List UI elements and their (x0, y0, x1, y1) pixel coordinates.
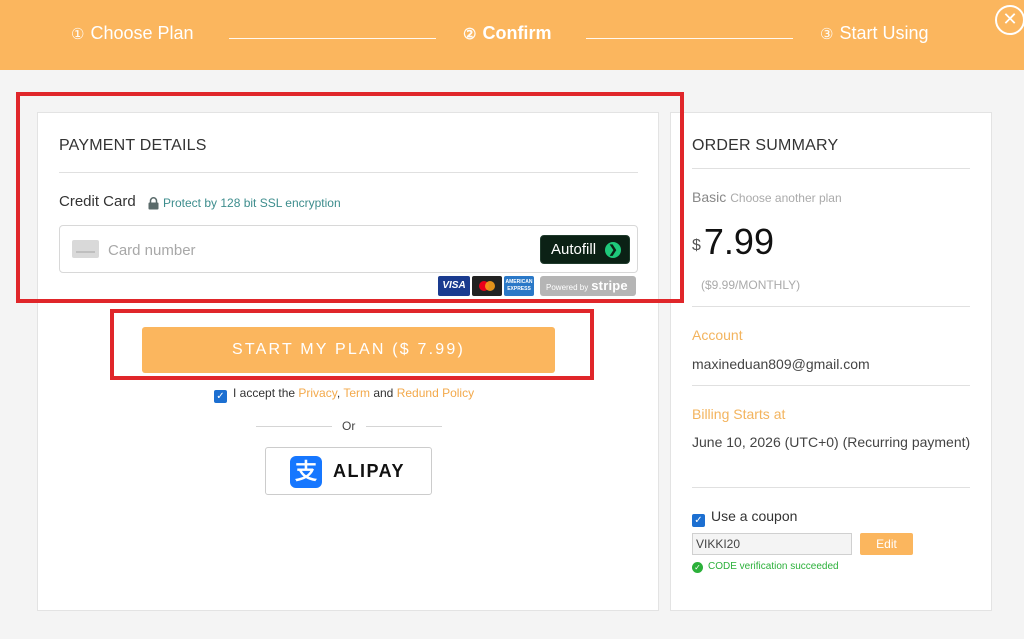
step-3-number: ③ (820, 26, 834, 43)
refund-policy-link[interactable]: Redund Policy (397, 386, 474, 400)
card-number-input[interactable] (108, 236, 528, 264)
step-1-label: Choose Plan (90, 23, 194, 43)
step-2-number: ② (463, 26, 477, 43)
coupon-code-input[interactable] (692, 533, 852, 555)
or-text: Or (342, 419, 356, 433)
billing-start-date: June 10, 2026 (UTC+0) (Recurring payment… (692, 434, 971, 450)
mastercard-logo (472, 276, 502, 296)
coupon-verification-status: ✓ CODE verification succeeded (692, 561, 839, 573)
use-coupon-checkbox[interactable]: ✓ (692, 514, 705, 527)
card-number-field[interactable]: Autofill ❯ (59, 225, 638, 273)
autofill-button[interactable]: Autofill ❯ (540, 235, 630, 264)
step-3-label: Start Using (839, 23, 929, 43)
autofill-label: Autofill (551, 241, 597, 258)
account-email: maxineduan809@gmail.com (692, 356, 870, 372)
price-amount: 7.99 (703, 221, 774, 262)
order-summary-title: ORDER SUMMARY (692, 137, 839, 154)
powered-by-stripe-badge: Powered by stripe (540, 276, 636, 296)
order-summary-panel: ORDER SUMMARY Basic Choose another plan $… (670, 112, 992, 611)
verification-text: CODE verification succeeded (708, 561, 839, 572)
accept-prefix: I accept the (233, 386, 296, 400)
close-icon[interactable]: ✕ (995, 5, 1024, 35)
divider (692, 487, 970, 488)
terms-acceptance: ✓ I accept the Privacy, Term and Redund P… (214, 386, 474, 403)
use-coupon-label: Use a coupon (711, 508, 798, 524)
lock-icon (148, 197, 159, 210)
divider (692, 168, 970, 169)
arrow-right-icon: ❯ (605, 242, 621, 258)
price: $7.99 (692, 221, 774, 263)
visa-logo: VISA (438, 276, 470, 296)
step-divider (229, 38, 436, 39)
checkout-stepper-header: ① Choose Plan ② Confirm ③ Start Using ✕ (0, 0, 1024, 70)
payment-details-title: PAYMENT DETAILS (59, 137, 207, 154)
divider (692, 306, 970, 307)
amex-logo: AMERICAN EXPRESS (504, 276, 534, 296)
edit-coupon-button[interactable]: Edit (860, 533, 913, 555)
alipay-label: ALIPAY (333, 461, 406, 481)
term-link[interactable]: Term (343, 386, 370, 400)
powered-by-text: Powered by (546, 283, 589, 292)
currency-symbol: $ (692, 237, 701, 254)
credit-card-icon (72, 240, 99, 258)
payment-details-panel: PAYMENT DETAILS Credit Card Protect by 1… (37, 112, 659, 611)
comma: , (336, 386, 341, 400)
step-divider (586, 38, 793, 39)
divider (59, 172, 638, 173)
billing-starts-label: Billing Starts at (692, 406, 786, 422)
step-1-number: ① (71, 26, 85, 43)
step-choose-plan: ① Choose Plan (71, 22, 194, 46)
alipay-button[interactable]: 支 ALIPAY (265, 447, 432, 495)
account-label: Account (692, 327, 743, 343)
plan-row: Basic Choose another plan (692, 189, 842, 205)
plan-name: Basic (692, 189, 727, 205)
use-coupon-row: ✓ Use a coupon (692, 508, 797, 527)
ssl-encryption-note: Protect by 128 bit SSL encryption (163, 196, 341, 210)
step-confirm: ② Confirm (463, 22, 551, 46)
original-price: ($9.99/MONTHLY) (701, 278, 801, 292)
check-circle-icon: ✓ (692, 562, 703, 573)
stripe-logo: stripe (591, 278, 628, 293)
or-separator: Or (256, 419, 442, 433)
divider (366, 426, 442, 427)
step-2-label: Confirm (482, 23, 552, 43)
privacy-link[interactable]: Privacy (298, 386, 336, 400)
start-my-plan-button[interactable]: START MY PLAN ($ 7.99) (142, 327, 555, 373)
accept-terms-checkbox[interactable]: ✓ (214, 390, 227, 403)
credit-card-label: Credit Card (59, 193, 136, 210)
step-start-using: ③ Start Using (820, 22, 929, 46)
divider (692, 385, 970, 386)
alipay-icon: 支 (290, 456, 322, 488)
and-text: and (373, 386, 394, 400)
divider (256, 426, 332, 427)
choose-another-plan-link[interactable]: Choose another plan (730, 191, 841, 205)
